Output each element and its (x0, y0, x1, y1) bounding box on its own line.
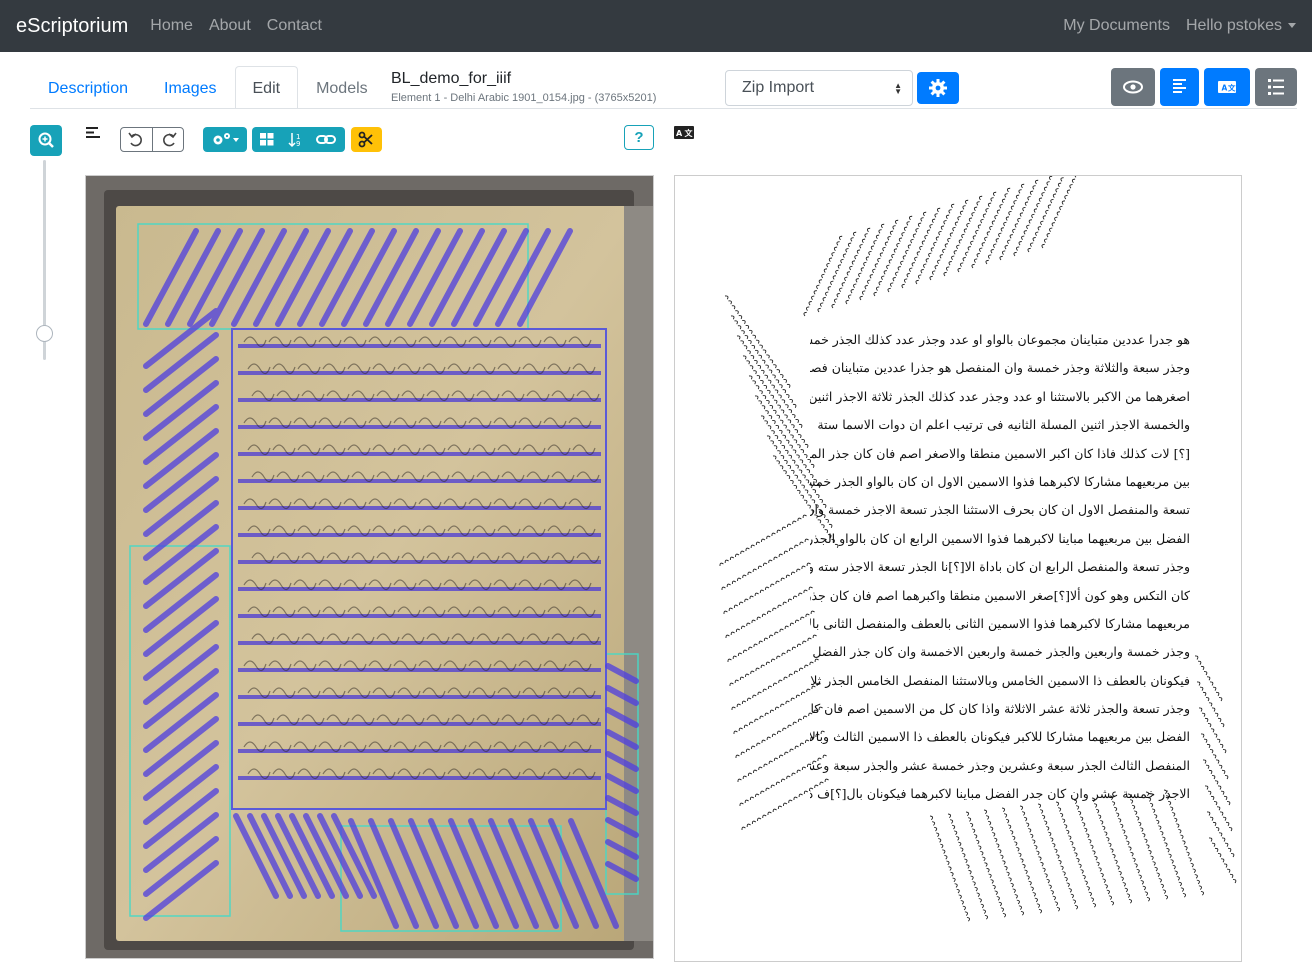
gear-icon (929, 79, 947, 97)
document-subtitle: Element 1 - Delhi Arabic 1901_0154.jpg -… (391, 92, 657, 104)
transcription-line[interactable]: [؟] لات كذلك فاذا كان اكبر الاسمين منطقا… (810, 440, 1190, 468)
svg-text:文: 文 (685, 128, 694, 138)
undo-icon (128, 132, 142, 147)
navbar-right: My Documents Hello pstokes (1063, 17, 1296, 35)
svg-text:A: A (676, 129, 683, 138)
tab-description[interactable]: Description (30, 66, 146, 109)
transcription-lines: هو جدرا عددين متباينان مجموعان بالواو او… (810, 326, 1190, 809)
transcription-line[interactable]: فيكونان بالعطف ذا الاسمين الخامس وبالاست… (810, 667, 1190, 695)
select-arrows-icon: ▲ ▼ (894, 81, 902, 96)
import-select-value: Zip Import (742, 79, 815, 96)
image-panel[interactable] (85, 175, 654, 959)
transcription-line[interactable]: هو جدرا عددين متباينان مجموعان بالواو او… (810, 326, 1190, 354)
text-direction-icon[interactable] (84, 125, 102, 143)
sort-icon[interactable]: 1 9 (288, 133, 300, 148)
transcription-line[interactable]: وجذر تسعة والجذر ثلاثة عشر الاثلاثة واذا… (810, 695, 1190, 723)
user-greeting: Hello pstokes (1185, 17, 1282, 34)
nav-home[interactable]: Home (150, 17, 193, 35)
nav-contact[interactable]: Contact (267, 17, 322, 35)
tab-edit[interactable]: Edit (234, 66, 299, 109)
toggle-source-button[interactable] (1111, 68, 1155, 106)
brand-logo[interactable]: eScriptorium (16, 15, 128, 38)
transcription-line[interactable]: الفضل بين مربعيهما مشاركا للاكبر فيكونان… (810, 723, 1190, 751)
svg-text:9: 9 (296, 140, 300, 148)
transcription-line[interactable]: الفضل بين مربعيهما مباينا لاكبرهما فذوا … (810, 525, 1190, 553)
cut-button[interactable] (351, 127, 382, 152)
tab-models[interactable]: Models (298, 66, 386, 109)
grid-icon[interactable] (260, 133, 274, 146)
transcription-line[interactable]: تسعة والمنفصل الاول ان كان بحرف الاستثنا… (810, 496, 1190, 524)
user-menu[interactable]: Hello pstokes (1186, 17, 1296, 35)
tab-images[interactable]: Images (146, 66, 234, 109)
transcription-line[interactable]: المنفصل الثالث الجذر سبعة وعشرين وجذر خم… (810, 752, 1190, 780)
document-tabs: Description Images Edit Models (30, 66, 386, 109)
segmentation-mode-group: 1 9 (252, 127, 345, 152)
list-icon (1268, 79, 1284, 95)
zoom-in-icon (38, 132, 54, 148)
transcription-line[interactable]: وجذر خمسة واربعين والجذر خمسة واربعين ال… (810, 638, 1190, 666)
ocr-icon: A 文 (1218, 81, 1236, 93)
transcription-line[interactable]: كان التكس وهو كون ألا[؟]صغر الاسمين منطق… (810, 582, 1190, 610)
undo-redo-group (120, 127, 184, 152)
link-icon[interactable] (316, 135, 336, 144)
segmentation-mode-icons: 1 9 (260, 133, 336, 148)
help-button[interactable]: ? (624, 125, 654, 150)
nav-about[interactable]: About (209, 17, 251, 35)
tabs-divider (30, 108, 1297, 109)
manuscript-image[interactable] (86, 176, 654, 959)
toggle-visualisation-button[interactable]: A 文 (1204, 68, 1250, 106)
zoom-button[interactable] (30, 125, 62, 156)
svg-text:A: A (1222, 84, 1228, 93)
translate-icon[interactable]: A 文 (674, 126, 694, 139)
transcription-line[interactable]: الاجذر خمسة عشر وان كان جدر الفضل مباينا… (810, 780, 1190, 808)
import-select[interactable]: Zip Import ▲ ▼ (725, 70, 913, 106)
navbar: eScriptorium Home About Contact My Docum… (0, 0, 1312, 52)
transcription-line[interactable]: والخمسة الاجذر اثنين المسلة الثانيه فى ت… (810, 411, 1190, 439)
import-settings-button[interactable] (917, 72, 959, 104)
transcription-line[interactable]: بين مربعيهما مشاركا لاكبرهما فذوا الاسمي… (810, 468, 1190, 496)
segmentation-settings-dropdown[interactable] (203, 127, 247, 152)
transcription-line[interactable]: مربعيهما مشاركا لاكبرهما فذوا الاسمين ال… (810, 610, 1190, 638)
svg-text:文: 文 (1228, 83, 1236, 93)
transcription-line[interactable]: اصغرهما من الاكبر بالاستثنا او عدد وجذر … (810, 383, 1190, 411)
settings-dropdown-icon (213, 133, 239, 145)
zoom-slider-handle[interactable] (36, 325, 53, 342)
toggle-diplomatic-button[interactable] (1255, 68, 1297, 106)
align-left-icon (1173, 79, 1186, 93)
transcription-line[interactable]: وجذر تسعة والمنفصل الرابع ان كان باداة ا… (810, 553, 1190, 581)
nav-my-documents[interactable]: My Documents (1063, 17, 1170, 35)
chevron-down-icon (1288, 23, 1296, 29)
document-title: BL_demo_for_iiif (391, 70, 512, 87)
redo-icon (163, 132, 177, 147)
scissors-icon (358, 131, 373, 148)
undo-button[interactable] (121, 128, 153, 151)
toggle-segmentation-button[interactable] (1160, 68, 1199, 106)
transcription-line[interactable]: وجذر سبعة والثلاثة وجذر خمسة وان المنفصل… (810, 354, 1190, 382)
eye-icon (1123, 80, 1143, 94)
redo-button[interactable] (153, 128, 184, 151)
